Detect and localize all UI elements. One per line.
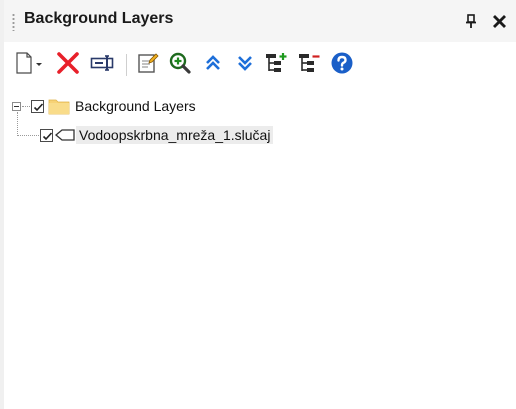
tree-connector	[22, 106, 30, 107]
rename-icon	[90, 55, 114, 71]
close-icon	[493, 15, 506, 28]
layer-properties-button[interactable]	[136, 50, 160, 76]
close-button[interactable]	[490, 11, 510, 31]
tree-child-label[interactable]: Vodoopskrbna_mreža_1.slučaj	[76, 126, 274, 144]
double-chevron-down-icon	[238, 56, 252, 71]
panel-title: Background Layers	[24, 10, 174, 27]
drag-grip-icon[interactable]	[12, 13, 15, 31]
help-icon	[331, 52, 353, 74]
new-document-icon	[16, 52, 42, 74]
move-down-button[interactable]	[233, 50, 257, 76]
pin-button[interactable]	[463, 13, 479, 29]
layer-toolbar	[4, 42, 516, 92]
zoom-to-layer-button[interactable]	[168, 50, 192, 76]
collapse-all-button[interactable]	[297, 50, 321, 76]
folder-icon	[48, 98, 70, 115]
toolbar-separator	[126, 54, 127, 76]
root-layer-checkbox[interactable]	[31, 100, 44, 113]
expand-tree-icon	[266, 53, 287, 72]
zoom-in-icon	[169, 52, 191, 74]
checkmark-icon	[33, 103, 44, 112]
rename-layer-button[interactable]	[90, 50, 114, 76]
tree-root-label[interactable]: Background Layers	[75, 98, 196, 114]
collapse-toggle-icon[interactable]	[12, 102, 21, 111]
diamond-outline-icon	[54, 127, 76, 143]
collapse-tree-icon	[299, 54, 320, 72]
remove-layer-button[interactable]	[56, 50, 80, 76]
tree-connector	[17, 112, 18, 136]
new-layer-button[interactable]	[14, 50, 46, 76]
child-layer-checkbox[interactable]	[40, 129, 53, 142]
pin-icon	[466, 14, 476, 28]
help-button[interactable]	[330, 50, 354, 76]
edit-properties-icon	[138, 53, 159, 73]
red-x-icon	[57, 52, 79, 74]
tree-connector	[18, 135, 39, 136]
move-up-button[interactable]	[201, 50, 225, 76]
panel-titlebar: Background Layers	[4, 0, 516, 42]
double-chevron-up-icon	[206, 55, 220, 70]
expand-all-button[interactable]	[264, 50, 288, 76]
checkmark-icon	[42, 132, 53, 141]
layer-tree: Background Layers Vodoopskrbna_mreža_1.s…	[4, 92, 516, 409]
